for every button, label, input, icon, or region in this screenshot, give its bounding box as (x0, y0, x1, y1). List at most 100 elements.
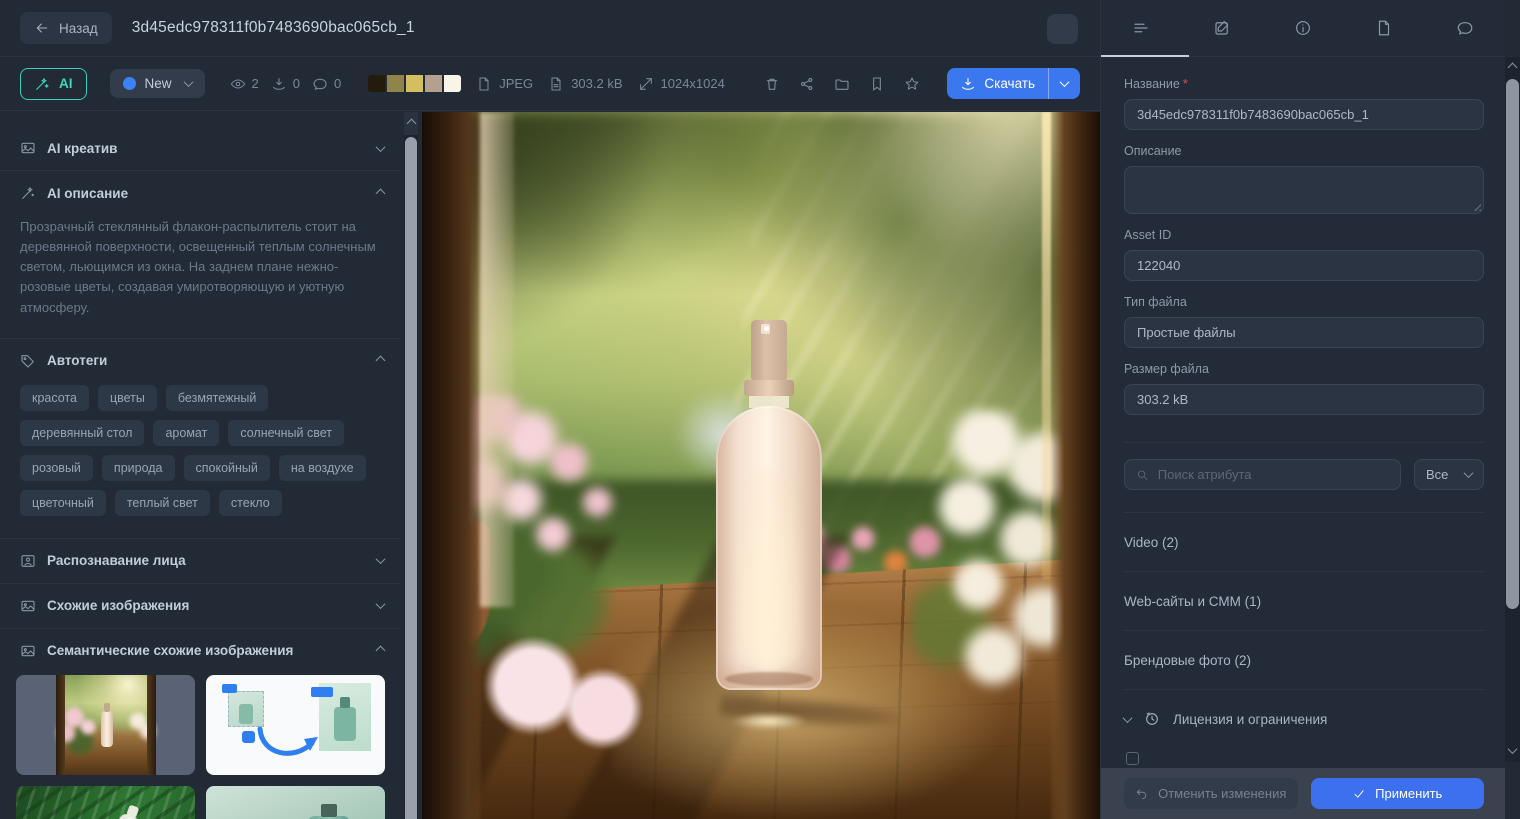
status-dropdown[interactable]: New (110, 69, 205, 98)
ai-button[interactable]: AI (20, 68, 87, 100)
section-autotags[interactable]: Автотеги (0, 339, 400, 383)
section-label: Автотеги (47, 353, 107, 368)
comments-icon (312, 76, 328, 92)
autotag-chip[interactable]: теплый свет (115, 490, 210, 516)
inspector-footer: Отменить изменения Применить (1101, 768, 1505, 819)
download-icon (960, 76, 976, 92)
tab-attributes[interactable] (1101, 0, 1182, 56)
scroll-up-button[interactable] (1505, 57, 1520, 78)
asset-toolbar: AI New 2 0 0 JPEG 303.2 kB (0, 57, 1100, 111)
description-field[interactable] (1124, 166, 1484, 214)
list-icon (1132, 19, 1150, 37)
cancel-changes-button[interactable]: Отменить изменения (1124, 778, 1298, 809)
cancel-label: Отменить изменения (1158, 786, 1286, 801)
color-palette (368, 75, 461, 92)
section-label: AI описание (47, 186, 128, 201)
section-ai-description[interactable]: AI описание (0, 171, 400, 215)
top-bar: Назад 3d45edc978311f0b7483690bac065cb_1 (0, 0, 1100, 57)
name-field[interactable] (1124, 99, 1484, 130)
autotag-chip[interactable]: на воздухе (279, 455, 366, 481)
tab-info[interactable] (1263, 0, 1344, 56)
download-options-button[interactable] (1048, 68, 1080, 99)
attribute-filter-dropdown[interactable]: Все (1414, 459, 1484, 490)
scrollbar-thumb[interactable] (1506, 79, 1519, 609)
scrollbar-thumb[interactable] (405, 137, 417, 819)
section-label: Схожие изображения (47, 598, 189, 613)
autotag-chip[interactable]: спокойный (184, 455, 270, 481)
chevron-up-icon (1508, 63, 1518, 73)
attribute-group-brand-photos[interactable]: Брендовые фото (2) (1124, 631, 1484, 689)
asset-id-field[interactable] (1124, 250, 1484, 281)
status-dot (123, 77, 136, 90)
scroll-up-button[interactable] (404, 112, 418, 135)
file-type-field[interactable] (1124, 317, 1484, 348)
asset-stats: 2 0 0 (230, 76, 348, 92)
similar-images-grid (0, 673, 400, 819)
sidebar-scrollbar (404, 112, 418, 819)
file-size-field[interactable] (1124, 384, 1484, 415)
attribute-group-license[interactable]: Лицензия и ограничения (1124, 690, 1484, 748)
group-label: Брендовые фото (2) (1124, 653, 1251, 668)
license-checkbox[interactable] (1126, 752, 1139, 765)
autotag-chip[interactable]: цветочный (20, 490, 106, 516)
autotag-chip[interactable]: стекло (219, 490, 282, 516)
folder-icon (834, 76, 850, 92)
similar-image-thumbnail[interactable] (16, 675, 195, 775)
next-asset-button[interactable] (1047, 14, 1078, 44)
attribute-group-web[interactable]: Web-сайты и СММ (1) (1124, 572, 1484, 630)
autotag-chip[interactable]: красота (20, 385, 89, 411)
inspector-body: Название* Описание Asset ID Тип файла Ра… (1101, 57, 1505, 768)
palette-swatch (444, 75, 461, 92)
info-icon (1294, 19, 1312, 37)
trash-icon (764, 76, 780, 92)
person-card-icon (20, 553, 36, 569)
similar-image-thumbnail[interactable] (206, 786, 385, 819)
apply-button[interactable]: Применить (1311, 778, 1485, 809)
tab-versions[interactable] (1343, 0, 1424, 56)
autotag-chip[interactable]: природа (102, 455, 175, 481)
dimensions-value: 1024x1024 (661, 76, 725, 91)
tab-edit[interactable] (1182, 0, 1263, 56)
attribute-search-input[interactable] (1158, 467, 1389, 482)
bookmark-button[interactable] (869, 76, 885, 92)
chevron-up-icon (406, 119, 416, 129)
autotag-chip[interactable]: деревянный стол (20, 420, 144, 446)
favorite-button[interactable] (904, 76, 920, 92)
delete-button[interactable] (764, 76, 780, 92)
autotag-chip[interactable]: солнечный свет (228, 420, 344, 446)
move-to-folder-button[interactable] (834, 76, 850, 92)
similar-image-thumbnail[interactable] (16, 786, 195, 819)
ai-description-text: Прозрачный стеклянный флакон-распылитель… (0, 215, 400, 338)
magic-wand-icon (34, 76, 50, 92)
inspector-panel: Название* Описание Asset ID Тип файла Ра… (1100, 0, 1505, 819)
share-button[interactable] (799, 76, 815, 92)
scroll-down-button[interactable] (1505, 740, 1520, 760)
images-icon (20, 598, 36, 614)
section-face-recognition[interactable]: Распознавание лица (0, 539, 400, 583)
downloads-count: 0 (293, 76, 300, 91)
similar-image-thumbnail[interactable] (206, 675, 385, 775)
attribute-group-video[interactable]: Video (2) (1124, 513, 1484, 571)
chevron-down-icon (183, 77, 193, 87)
section-ai-creative[interactable]: AI креатив (0, 126, 400, 170)
magic-wand-icon (20, 185, 36, 201)
images-icon (20, 643, 36, 659)
autotag-chip[interactable]: цветы (98, 385, 157, 411)
chevron-down-icon (1123, 713, 1133, 723)
filter-label: Все (1426, 467, 1448, 482)
image-icon (20, 140, 36, 156)
autotag-chip[interactable]: безмятежный (166, 385, 268, 411)
section-semantic-similar[interactable]: Семантические схожие изображения (0, 629, 400, 673)
back-label: Назад (59, 21, 98, 36)
views-count: 2 (252, 76, 259, 91)
tab-comments[interactable] (1424, 0, 1505, 56)
description-label: Описание (1124, 144, 1484, 158)
autotag-chip[interactable]: розовый (20, 455, 93, 481)
attribute-search[interactable] (1124, 459, 1401, 490)
back-button[interactable]: Назад (20, 12, 112, 44)
download-button[interactable]: Скачать (947, 68, 1080, 99)
filesize-meta: 303.2 kB (548, 76, 622, 92)
autotag-chip[interactable]: аромат (153, 420, 219, 446)
section-similar-images[interactable]: Схожие изображения (0, 584, 400, 628)
required-mark: * (1183, 77, 1188, 91)
